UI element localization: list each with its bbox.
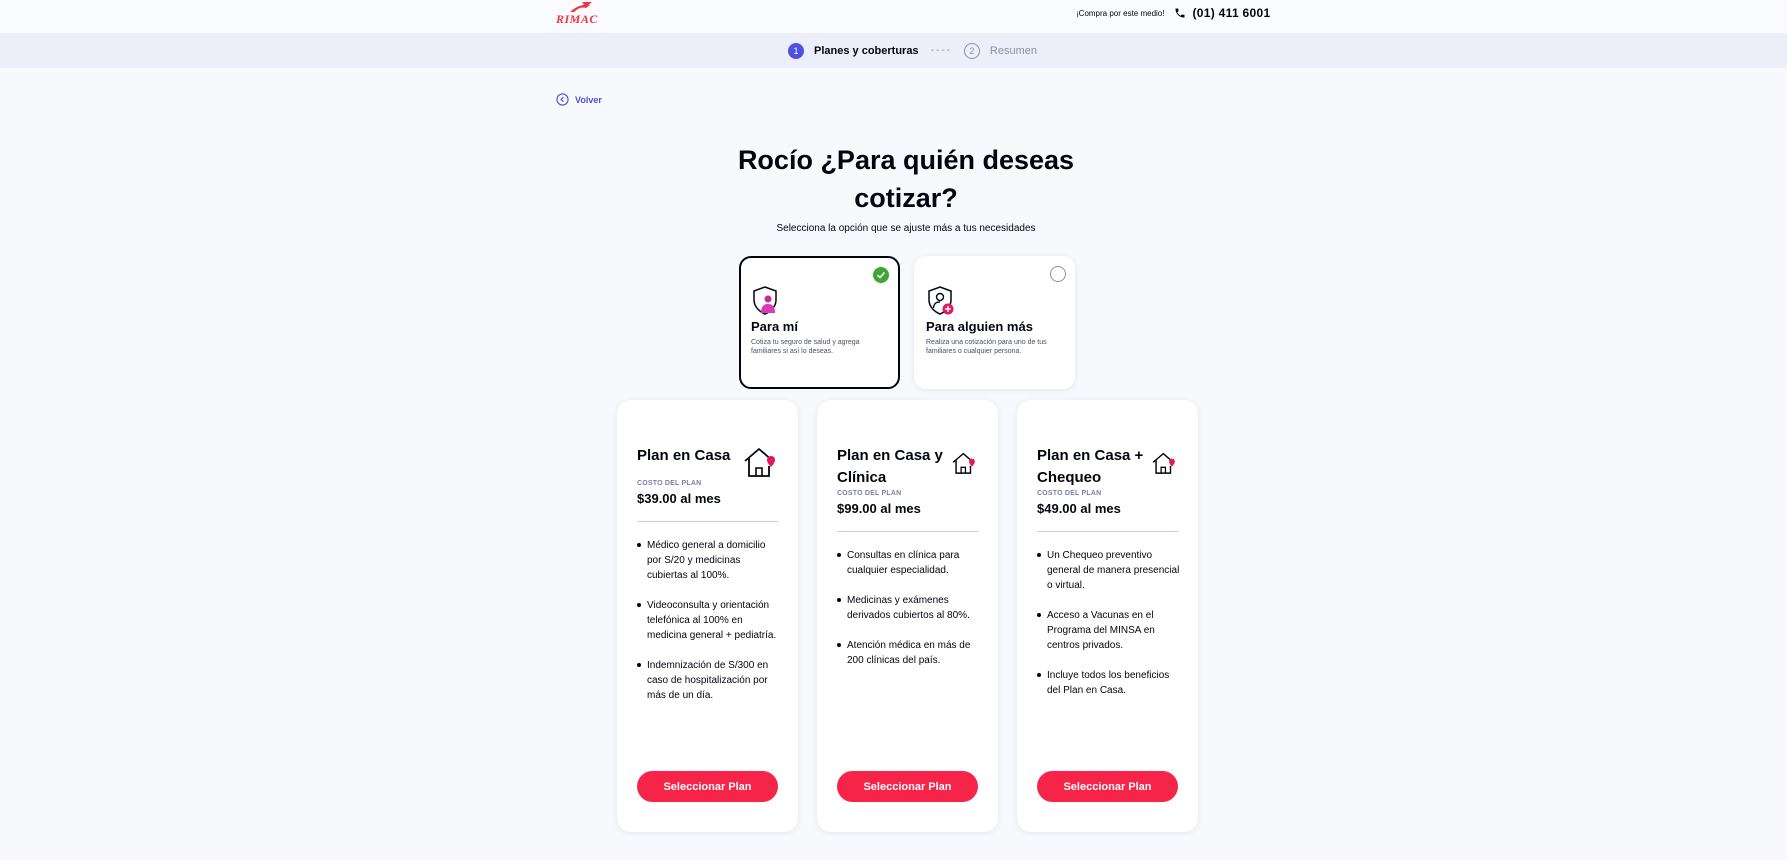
shield-add-person-icon	[928, 286, 954, 315]
page-title: Rocío ¿Para quién deseas cotizar?	[737, 145, 1075, 213]
progress-stepper: 1 Planes y coberturas ---- 2 Resumen	[0, 33, 1787, 68]
list-item: Atención médica en más de 200 clínicas d…	[837, 638, 982, 668]
logo-text: RIMAC	[556, 12, 598, 26]
list-item: Médico general a domicilio por S/20 y me…	[637, 538, 782, 583]
list-item: Consultas en clínica para cualquier espe…	[837, 548, 982, 578]
step-1-number: 1	[788, 42, 804, 59]
list-item: Indemnización de S/300 en caso de hospit…	[637, 658, 782, 703]
list-item: Incluye todos los beneficios del Plan en…	[1037, 668, 1182, 698]
plan-features: Un Chequeo preventivo general de manera …	[1037, 548, 1182, 713]
house-location-icon	[952, 452, 975, 474]
plan-card-en-casa-y-clinica: Plan en Casa y Clínica COSTO DEL PLAN $9…	[817, 400, 998, 832]
plan-card-en-casa-chequeo: Plan en Casa + Chequeo COSTO DEL PLAN $4…	[1017, 400, 1198, 832]
phone-number[interactable]: (01) 411 6001	[1192, 6, 1270, 20]
house-location-icon	[744, 448, 775, 477]
list-item: Videoconsulta y orientación telefónica a…	[637, 598, 782, 643]
plan-name: Plan en Casa	[637, 447, 731, 464]
plan-features: Consultas en clínica para cualquier espe…	[837, 548, 982, 683]
top-header: RIMAC ¡Compra por este medio! (01) 411 6…	[0, 0, 1787, 33]
plan-name: Plan en Casa + Chequeo	[1037, 447, 1144, 486]
option-description: Realiza una cotización para uno de tus f…	[926, 339, 1047, 355]
plan-name: Plan en Casa y Clínica	[837, 447, 943, 486]
option-card-para-mi[interactable]: Para mí Cotiza tu seguro de salud y agre…	[739, 256, 900, 389]
chevron-left-circle-icon	[556, 93, 569, 106]
radio-unchecked-icon[interactable]	[1050, 266, 1066, 282]
header-contact: ¡Compra por este medio! (01) 411 6001	[1076, 6, 1270, 20]
list-item: Acceso a Vacunas en el Programa del MINS…	[1037, 608, 1182, 653]
plan-price: $99.00 al mes	[837, 501, 921, 516]
plan-cost-label: COSTO DEL PLAN	[837, 490, 902, 497]
option-title: Para mí	[751, 319, 798, 334]
page-subtitle: Selecciona la opción que se ajuste más a…	[776, 223, 1036, 234]
shield-person-icon	[753, 286, 777, 315]
check-circle-icon	[873, 267, 889, 283]
option-description: Cotiza tu seguro de salud y agrega famil…	[751, 339, 860, 355]
plan-price: $49.00 al mes	[1037, 501, 1121, 516]
option-title: Para alguien más	[926, 319, 1033, 334]
select-plan-button[interactable]: Seleccionar Plan	[1037, 771, 1178, 802]
plan-cost-label: COSTO DEL PLAN	[1037, 490, 1102, 497]
list-item: Un Chequeo preventivo general de manera …	[1037, 548, 1182, 593]
select-plan-button[interactable]: Seleccionar Plan	[837, 771, 978, 802]
plan-price: $39.00 al mes	[637, 491, 721, 506]
step-separator: ----	[930, 45, 952, 56]
back-link[interactable]: Volver	[556, 93, 602, 106]
back-label: Volver	[575, 94, 602, 105]
divider	[837, 531, 978, 532]
house-location-icon	[1152, 452, 1175, 474]
step-2-number: 2	[963, 42, 980, 59]
plan-features: Médico general a domicilio por S/20 y me…	[637, 538, 782, 718]
buy-channel-text: ¡Compra por este medio!	[1076, 8, 1165, 18]
step-1-label: Planes y coberturas	[814, 44, 919, 57]
step-2-label: Resumen	[989, 44, 1037, 57]
plan-cost-label: COSTO DEL PLAN	[637, 480, 702, 487]
select-plan-button[interactable]: Seleccionar Plan	[637, 771, 778, 802]
list-item: Medicinas y exámenes derivados cubiertos…	[837, 593, 982, 623]
option-card-para-alguien-mas[interactable]: Para alguien más Realiza una cotización …	[914, 256, 1075, 389]
divider	[637, 521, 778, 522]
rimac-logo[interactable]: RIMAC	[556, 1, 604, 26]
plan-card-en-casa: Plan en Casa COSTO DEL PLAN $39.00 al me…	[617, 400, 798, 832]
phone-icon	[1175, 8, 1185, 18]
divider	[1037, 531, 1178, 532]
